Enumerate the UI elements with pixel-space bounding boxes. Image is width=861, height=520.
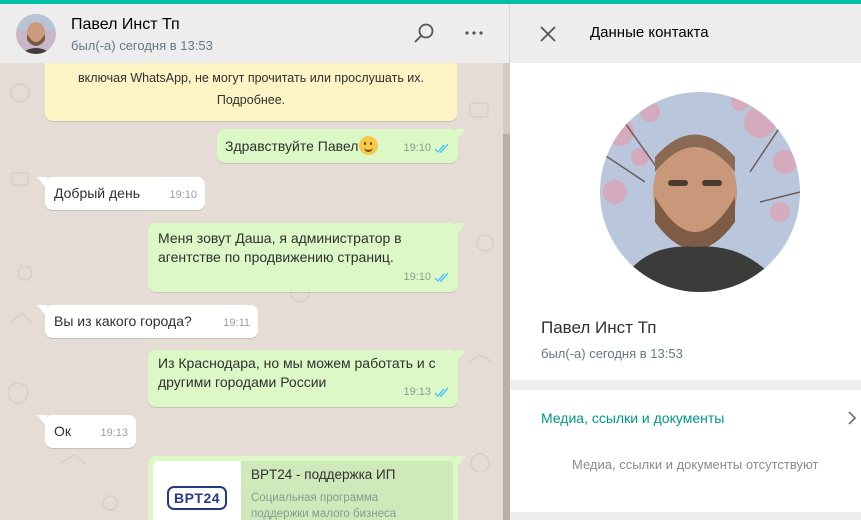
avatar[interactable] bbox=[16, 14, 56, 54]
link-preview-text: BPT24 - поддержка ИП Социальная программ… bbox=[241, 461, 406, 520]
double-check-icon bbox=[434, 143, 449, 154]
bubble-tail bbox=[456, 129, 466, 141]
message-meta: 19:10 bbox=[403, 268, 450, 287]
bubble-tail bbox=[456, 456, 466, 468]
scrollbar-thumb[interactable] bbox=[503, 134, 510, 520]
smile-emoji bbox=[359, 136, 379, 155]
search-icon[interactable] bbox=[412, 21, 436, 45]
chat-last-seen: был(-а) сегодня в 13:53 bbox=[71, 38, 213, 53]
message-text-line: агентстве по продвижению страниц. bbox=[158, 249, 394, 265]
media-empty-text: Медиа, ссылки и документы отсутствуют bbox=[572, 457, 819, 472]
message-meta: 19:11 bbox=[223, 314, 250, 333]
message-meta: 19:13 bbox=[100, 424, 128, 443]
link-preview[interactable]: BPT24 BPT24 - поддержка ИП Социальная пр… bbox=[153, 461, 453, 520]
more-vertical-icon[interactable] bbox=[462, 21, 486, 45]
message-bubble-incoming[interactable]: Вы из какого города? 19:11 bbox=[37, 305, 258, 338]
link-preview-description-line: поддержки малого бизнеса bbox=[251, 508, 397, 520]
message-time: 19:13 bbox=[100, 427, 128, 439]
learn-more-link[interactable]: Подробнее. bbox=[45, 89, 457, 111]
message-bubble-outgoing[interactable]: Из Краснодара, но мы можем работать и с … bbox=[148, 350, 466, 407]
close-icon[interactable] bbox=[536, 22, 560, 46]
double-check-icon bbox=[434, 387, 449, 398]
message-text-line: Меня зовут Даша, я администратор в bbox=[158, 230, 402, 246]
link-preview-description-line: Социальная программа bbox=[251, 492, 379, 504]
profile-photo[interactable] bbox=[600, 92, 800, 292]
message-time: 19:10 bbox=[403, 271, 431, 283]
chat-contact-name[interactable]: Павел Инст Тп bbox=[71, 16, 180, 34]
message-text-block: Меня зовут Даша, я администратор в агент… bbox=[148, 223, 458, 273]
encryption-notice[interactable]: включая WhatsApp, не могут прочитать или… bbox=[45, 63, 457, 121]
bubble-tail bbox=[37, 177, 47, 189]
message-text: Здравствуйте Павел bbox=[225, 138, 359, 154]
message-meta: 19:13 bbox=[403, 383, 450, 402]
encryption-notice-text: включая WhatsApp, не могут прочитать или… bbox=[77, 71, 425, 85]
brand-logo: BPT24 bbox=[166, 485, 228, 510]
message-bubble-incoming[interactable]: Добрый день 19:10 bbox=[37, 177, 205, 210]
message-meta: 19:10 bbox=[403, 139, 450, 158]
link-preview-bubble[interactable]: BPT24 BPT24 - поддержка ИП Социальная пр… bbox=[148, 456, 466, 520]
contact-info-header: Данные контакта bbox=[510, 4, 861, 63]
message-bubble-incoming[interactable]: Ок 19:13 bbox=[37, 415, 136, 448]
media-section: Медиа, ссылки и документы Медиа, ссылки … bbox=[510, 390, 861, 512]
message-meta: 19:10 bbox=[169, 186, 197, 205]
bubble-tail bbox=[456, 350, 466, 362]
message-time: 19:11 bbox=[223, 317, 250, 329]
message-text-line: Из Краснодара, но мы можем работать и с bbox=[158, 355, 436, 371]
contact-info-title: Данные контакта bbox=[590, 24, 709, 41]
double-check-icon bbox=[434, 272, 449, 283]
media-links-docs-link[interactable]: Медиа, ссылки и документы bbox=[541, 410, 724, 426]
contact-last-seen: был(-а) сегодня в 13:53 bbox=[541, 346, 683, 361]
message-time: 19:10 bbox=[169, 189, 197, 201]
message-time: 19:13 bbox=[403, 386, 431, 398]
link-preview-description: Социальная программа поддержки малого би… bbox=[251, 490, 396, 520]
link-preview-title: BPT24 - поддержка ИП bbox=[251, 467, 396, 482]
link-preview-thumbnail: BPT24 bbox=[153, 461, 241, 520]
chat-header[interactable]: Павел Инст Тп был(-а) сегодня в 13:53 bbox=[0, 4, 510, 63]
message-bubble-outgoing[interactable]: Здравствуйте Павел 19:10 bbox=[217, 129, 466, 163]
message-bubble-outgoing[interactable]: Меня зовут Даша, я администратор в агент… bbox=[148, 223, 466, 292]
bubble-tail bbox=[456, 223, 466, 235]
chevron-right-icon[interactable] bbox=[846, 408, 858, 428]
contact-info-panel: Данные контакта Павел Инст Тп был(-а) се… bbox=[510, 4, 861, 520]
profile-card: Павел Инст Тп был(-а) сегодня в 13:53 bbox=[510, 63, 861, 380]
contact-name: Павел Инст Тп bbox=[541, 318, 657, 337]
chat-pane: Павел Инст Тп был(-а) сегодня в 13:53 вк… bbox=[0, 4, 510, 520]
message-time: 19:10 bbox=[403, 142, 431, 154]
bubble-tail bbox=[37, 305, 47, 317]
bubble-tail bbox=[37, 415, 47, 427]
